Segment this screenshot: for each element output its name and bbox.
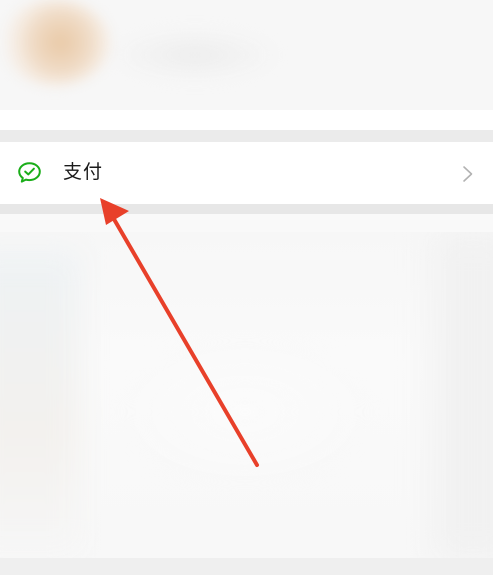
spacer-top <box>0 110 493 130</box>
blurred-content-panel <box>0 232 493 558</box>
profile-header[interactable] <box>0 0 493 110</box>
avatar[interactable] <box>0 0 110 85</box>
chevron-right-icon <box>463 166 473 182</box>
spacer-mid <box>0 214 493 232</box>
wechat-pay-icon <box>18 162 41 183</box>
profile-name-blurred <box>110 30 280 80</box>
blur-tint-left <box>0 252 80 552</box>
bottom-divider <box>0 558 493 575</box>
blur-tint-right <box>433 232 493 558</box>
section-divider-2 <box>0 204 493 214</box>
blur-tint-mid <box>120 342 370 482</box>
pay-label: 支付 <box>63 161 104 183</box>
section-divider <box>0 130 493 142</box>
pay-menu-item[interactable]: 支付 <box>0 142 493 204</box>
